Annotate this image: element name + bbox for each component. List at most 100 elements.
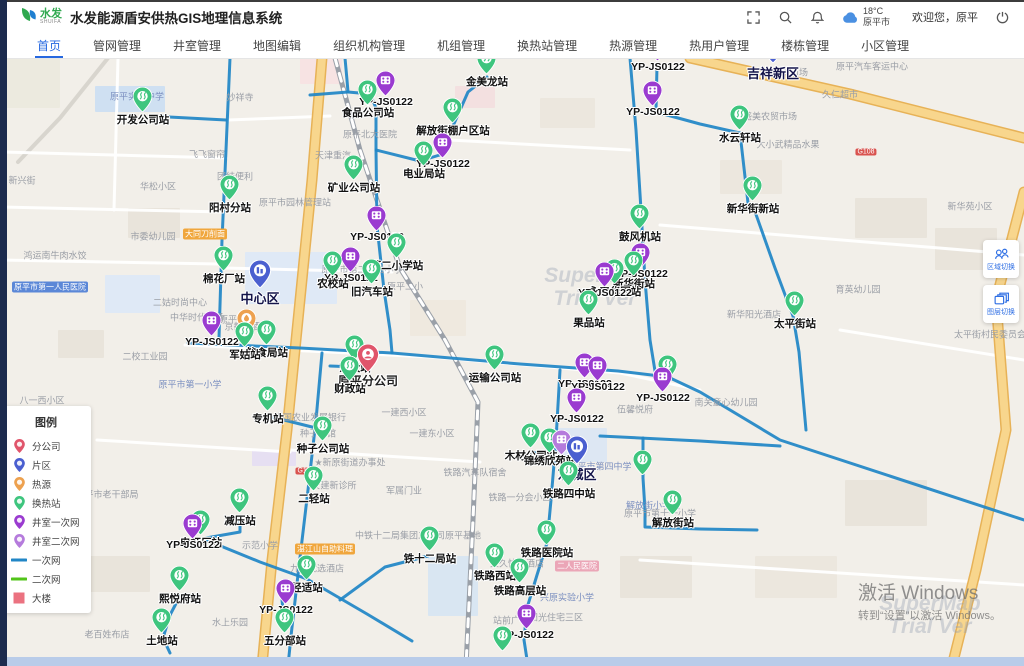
map-building-block	[105, 275, 160, 313]
map-marker-label: YP-JS0122	[593, 106, 713, 118]
legend-item-label: 分公司	[32, 439, 61, 453]
window-bottom-edge	[7, 657, 1024, 666]
map-poi-label: 大同刀削面	[183, 229, 227, 240]
legend-item-label: 二次网	[32, 572, 61, 586]
legend-title: 图例	[11, 414, 81, 430]
map-poi-label: 阳光住宅三区	[529, 611, 583, 624]
legend-item: 一次网	[11, 550, 91, 569]
windows-activation-watermark: 激活 Windows转到“设置”以激活 Windows。	[858, 578, 1001, 623]
fullscreen-icon[interactable]	[746, 9, 762, 25]
legend-item-label: 井室一次网	[32, 515, 80, 529]
map-marker-label: 二轻站	[254, 491, 374, 506]
page-title: 水发能源盾安供热GIS地理信息系统	[70, 7, 282, 27]
nav-tab-3[interactable]: 井室管理	[157, 32, 237, 58]
map-poi-label: 中铁十二局集团二公司原平基地	[355, 529, 481, 542]
map-marker-label: YP-JS0122	[545, 287, 665, 299]
map-marker-label: 电业局站	[364, 166, 484, 181]
map-building-block	[845, 480, 927, 526]
legend-item: 井室一次网	[11, 512, 91, 531]
map-marker-label: 铁路西站	[435, 568, 555, 583]
map-legend: 图例 分公司片区热源换热站井室一次网井室二次网一次网二次网大楼	[3, 406, 91, 613]
legend-item: 换热站	[11, 493, 91, 512]
map-poi-label: 新兴街	[8, 174, 35, 187]
nav-tab-1[interactable]: 首页	[21, 32, 77, 58]
legend-item: 热源	[11, 474, 91, 493]
map-marker-label: 五分部站	[225, 633, 345, 648]
map-poi-label: 二姑时尚中心	[153, 296, 207, 309]
search-icon[interactable]	[778, 9, 794, 25]
nav-tab-10[interactable]: 楼栋管理	[765, 32, 845, 58]
map-marker-label: 铁十二局站	[370, 551, 490, 566]
map-poi-label: 八一西小区	[19, 394, 64, 407]
map-marker-label: 水云轩站	[680, 130, 800, 145]
nav-tab-5[interactable]: 组织机构管理	[317, 32, 421, 58]
bell-icon[interactable]	[810, 9, 826, 25]
map-marker-label: 铁路四中站	[509, 486, 629, 501]
nav-tab-2[interactable]: 管网管理	[77, 32, 157, 58]
map-poi-label: 太平街村民委员会	[954, 328, 1024, 341]
nav-tab-8[interactable]: 热源管理	[593, 32, 673, 58]
legend-swatch-icon	[11, 496, 27, 510]
nav-tab-9[interactable]: 热用户管理	[673, 32, 765, 58]
map-side-tools: 区域切换图层切换	[983, 240, 1019, 323]
map-marker-label: 阳村分站	[170, 200, 290, 215]
map-poi-label: 湛江山自助料理	[295, 544, 355, 555]
nav-tab-6[interactable]: 机组管理	[421, 32, 501, 58]
region-switch-button[interactable]: 区域切换	[983, 240, 1019, 278]
legend-item-label: 井室二次网	[32, 534, 80, 548]
logout-icon[interactable]	[994, 9, 1010, 25]
map-poi-label: 一建西小区	[381, 406, 426, 419]
legend-swatch-icon	[11, 458, 27, 472]
map-marker-label: 种子公司站	[263, 441, 383, 456]
legend-swatch-icon	[11, 557, 27, 563]
map-marker-label: YP-JS0122	[133, 539, 253, 551]
weather-temp: 18°C	[863, 6, 890, 17]
map-marker-label: YP-JS0122	[467, 629, 587, 641]
welcome-text: 欢迎您，原平	[912, 9, 978, 25]
cloud-icon	[842, 11, 859, 24]
pipe-network-line	[600, 436, 780, 446]
map-poi-label: 飞飞窗帘	[189, 148, 225, 161]
map-marker-label: 解放街站	[613, 515, 733, 530]
map-building-block	[540, 98, 595, 128]
map-marker-label: YP-JS0122	[317, 231, 437, 243]
nav-tab-4[interactable]: 地图编辑	[237, 32, 317, 58]
logo-mark-icon	[17, 6, 37, 28]
map-marker-label: 财政站	[290, 381, 410, 396]
legend-swatch-icon	[11, 477, 27, 491]
nav-tab-11[interactable]: 小区管理	[845, 32, 925, 58]
legend-swatch-icon	[11, 534, 27, 548]
legend-item-label: 热源	[32, 477, 51, 491]
marker-heat-station-icon	[493, 626, 512, 656]
map-marker-label: 解放街棚户区站	[393, 123, 513, 138]
map-marker-label: 吉祥新区	[713, 63, 833, 82]
map-street	[450, 140, 630, 150]
nav-tab-7[interactable]: 换热站管理	[501, 32, 593, 58]
road-number-badge: G108	[855, 149, 876, 156]
layer-switch-button[interactable]: 图层切换	[983, 285, 1019, 323]
map-poi-label: 军属门业	[386, 484, 422, 497]
map-marker-label: 新华街新站	[693, 201, 813, 216]
window-top-edge	[0, 0, 1024, 2]
map-building-block	[88, 556, 150, 592]
legend-swatch-icon	[11, 592, 27, 604]
map-street	[114, 59, 118, 210]
map-marker-label: 土地站	[102, 633, 222, 648]
map-marker-label: 中心区	[200, 288, 320, 307]
map-marker-label: 铁路医院站	[487, 545, 607, 560]
map-poi-label: 久仁超市	[822, 88, 858, 101]
map-canvas[interactable]: 原平实达中学妙祥寺飞飞窗帘团结便利华松小区市委幼儿园大同刀削面新兴街鸿运南牛肉水…	[7, 59, 1024, 657]
map-poi-label: 华松小区	[140, 180, 176, 193]
map-marker-label: 鼓风机站	[580, 229, 700, 244]
map-marker-label: 果品站	[529, 315, 649, 330]
legend-item: 大楼	[11, 588, 91, 607]
map-poi-label: 原平市第一小学	[158, 378, 221, 391]
map-poi-label: 二人民医院	[555, 561, 599, 572]
map-poi-label: 原平汽车客运中心	[836, 60, 908, 73]
map-poi-label: ★新原街道办事处	[314, 456, 385, 469]
app-header: 水发 SHUIFA 水发能源盾安供热GIS地理信息系统 18°C 原平市 欢迎您…	[7, 2, 1024, 32]
main-nav: 首页管网管理井室管理地图编辑组织机构管理机组管理换热站管理热源管理热用户管理楼栋…	[7, 32, 1024, 59]
map-building-block	[7, 59, 60, 108]
layer-switch-label: 图层切换	[987, 307, 1015, 317]
window-left-edge	[0, 0, 7, 666]
